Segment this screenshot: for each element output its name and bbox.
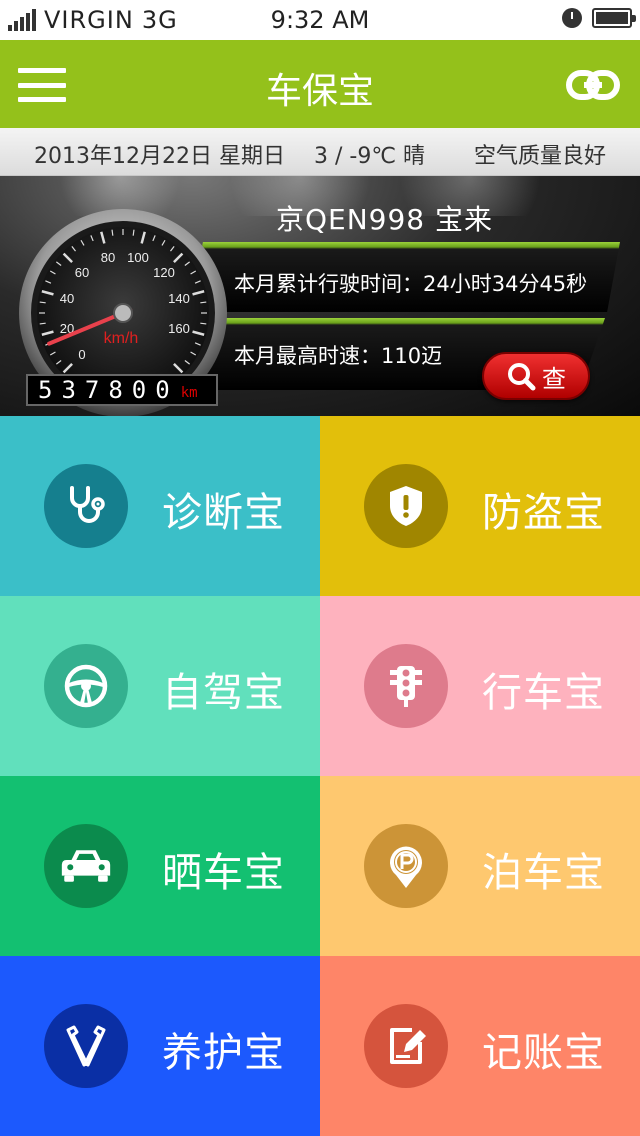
tile-self-drive[interactable]: 自驾宝 [0, 596, 320, 776]
gauge-tick [200, 322, 207, 325]
traffic-light-icon [390, 666, 422, 707]
gauge-tick-label: 0 [78, 347, 85, 362]
gauge-tick-label: 40 [60, 291, 74, 306]
app-header: 车保宝 [0, 40, 640, 128]
gauge-tick-label: 140 [168, 291, 190, 306]
gauge-tick [132, 229, 135, 236]
tile-icon-circle [44, 644, 128, 728]
link-icon[interactable] [566, 70, 620, 100]
gauge-tick-label: 100 [127, 250, 149, 265]
feature-grid: 诊断宝 防盗宝 自驾宝 行车宝 晒车宝 泊车宝 养护宝 记账宝 [0, 416, 640, 1136]
status-right [562, 8, 636, 28]
tile-accounting[interactable]: 记账宝 [320, 956, 640, 1136]
query-button[interactable]: 查 [482, 352, 590, 400]
air-quality-label: 空气质量良好 [473, 144, 606, 169]
wrench-icon [66, 1025, 106, 1067]
shield-icon [390, 486, 422, 526]
weather-label: 3 / -9℃ 晴 [314, 144, 426, 169]
gauge-unit: km/h [104, 330, 139, 347]
gauge-tick-label: 120 [153, 265, 175, 280]
car-icon [61, 850, 111, 882]
page-title: 车保宝 [265, 71, 374, 112]
tile-label: 养护宝 [162, 1030, 285, 1076]
odometer: 537800 km [26, 374, 218, 406]
tile-icon-circle [364, 1004, 448, 1088]
status-time: 9:32 AM [270, 6, 370, 34]
battery-icon [592, 8, 636, 28]
tile-maintenance[interactable]: 养护宝 [0, 956, 320, 1136]
tile-icon-circle [364, 464, 448, 548]
tile-diagnosis[interactable]: 诊断宝 [0, 416, 320, 596]
tile-label: 记账宝 [482, 1030, 605, 1076]
tile-label: 泊车宝 [482, 850, 605, 896]
query-button-label: 查 [542, 364, 566, 393]
note-edit-icon [390, 1028, 426, 1064]
gauge-tick-label: 80 [101, 250, 115, 265]
monthly-max-speed: 本月最高时速：110迈 [234, 344, 443, 368]
tile-label: 自驾宝 [162, 670, 285, 716]
gauge-tick [111, 229, 114, 236]
tile-label: 防盗宝 [482, 490, 605, 536]
tile-label: 晒车宝 [162, 850, 285, 896]
gauge-tick-label: 60 [75, 265, 89, 280]
tile-icon-circle [44, 824, 128, 908]
odometer-value: 537800 [38, 376, 179, 404]
odometer-unit: km [180, 385, 198, 401]
steering-wheel-icon [64, 664, 108, 708]
tile-label: 诊断宝 [162, 490, 285, 536]
tile-icon-circle [44, 464, 128, 548]
status-bar: VIRGIN 3G 9:32 AM [0, 0, 640, 40]
tile-show-car[interactable]: 晒车宝 [0, 776, 320, 956]
gauge-tick [200, 301, 207, 304]
tile-anti-theft[interactable]: 防盗宝 [320, 416, 640, 596]
tile-driving[interactable]: 行车宝 [320, 596, 640, 776]
search-icon [508, 363, 536, 391]
tile-icon-circle [364, 824, 448, 908]
stethoscope-icon [70, 486, 105, 523]
monthly-drive-time: 本月累计行驶时间：24小时34分45秒 [234, 272, 588, 296]
alarm-clock-icon [562, 8, 582, 28]
tile-parking[interactable]: 泊车宝 [320, 776, 640, 956]
tile-icon-circle [44, 1004, 128, 1088]
gauge-tick [39, 322, 46, 325]
tile-label: 行车宝 [482, 670, 605, 716]
date-label: 2013年12月22日 星期日 [34, 144, 285, 169]
car-name: 京QEN998 宝来 [276, 203, 494, 236]
tile-icon-circle [364, 644, 448, 728]
gauge-tick-label: 160 [168, 321, 190, 336]
car-dashboard: 京QEN998 宝来 本月累计行驶时间：24小时34分45秒 本月最高时速：11… [0, 176, 640, 416]
parking-icon [390, 846, 422, 888]
info-bar: 2013年12月22日 星期日 3 / -9℃ 晴 空气质量良好 [0, 128, 640, 176]
gauge-tick [39, 301, 46, 304]
